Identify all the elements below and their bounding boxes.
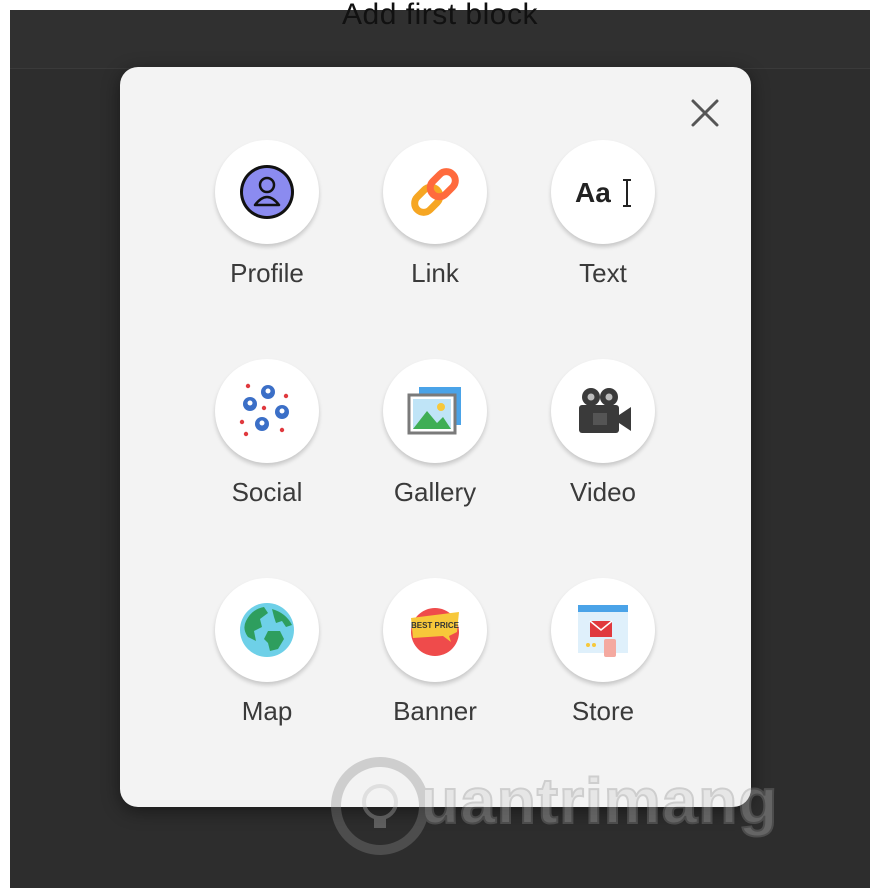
add-block-dialog: Profile Link Aa Text Social Gallery Vide… <box>120 67 751 807</box>
link-icon <box>411 168 459 216</box>
block-map-circle <box>215 578 319 682</box>
block-map[interactable]: Map <box>215 578 319 727</box>
block-link[interactable]: Link <box>383 140 487 289</box>
block-label: Link <box>411 258 459 288</box>
store-icon <box>578 605 628 657</box>
block-label: Profile <box>230 258 304 288</box>
block-banner[interactable]: BEST PRICE Banner <box>383 578 487 727</box>
top-bar: Add first block <box>10 0 870 69</box>
video-icon <box>579 388 631 433</box>
block-label: Gallery <box>393 477 477 507</box>
page-title: Add first block <box>342 0 538 31</box>
map-icon <box>240 603 294 657</box>
block-video[interactable]: Video <box>551 359 655 508</box>
close-icon <box>691 99 719 127</box>
block-label: Social <box>231 477 303 507</box>
block-label: Store <box>571 696 635 726</box>
block-profile[interactable]: Profile <box>215 140 319 289</box>
block-social[interactable]: Social <box>215 359 319 508</box>
banner-icon: BEST PRICE <box>411 608 460 656</box>
gallery-icon <box>407 387 461 435</box>
block-gallery[interactable]: Gallery <box>383 359 487 508</box>
block-label: Text <box>579 258 627 288</box>
block-video-circle <box>551 359 655 463</box>
banner-icon-text: BEST PRICE <box>411 621 460 630</box>
profile-icon <box>240 165 294 219</box>
block-gallery-circle <box>383 359 487 463</box>
text-icon-glyph: Aa <box>575 177 611 208</box>
block-link-circle <box>383 140 487 244</box>
block-label: Map <box>241 696 293 726</box>
block-text-circle: Aa <box>551 140 655 244</box>
block-label: Video <box>569 477 637 507</box>
social-icon <box>239 383 289 437</box>
block-label: Banner <box>393 696 477 726</box>
block-text[interactable]: Aa Text <box>551 140 655 289</box>
block-store-circle <box>551 578 655 682</box>
block-store[interactable]: Store <box>551 578 655 727</box>
block-social-circle <box>215 359 319 463</box>
text-icon: Aa <box>575 177 631 208</box>
block-banner-circle: BEST PRICE <box>383 578 487 682</box>
block-profile-circle <box>215 140 319 244</box>
close-button[interactable] <box>687 95 723 131</box>
